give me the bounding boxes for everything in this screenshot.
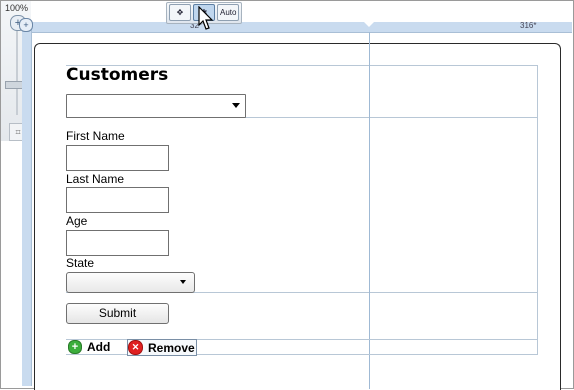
ruler-splitter-caret-icon[interactable] xyxy=(363,21,375,27)
last-name-label: Last Name xyxy=(66,172,125,186)
remove-icon: ✕ xyxy=(128,340,143,355)
state-select[interactable] xyxy=(66,272,195,293)
last-name-field[interactable] xyxy=(66,187,169,213)
remove-button[interactable]: ✕ Remove xyxy=(127,339,197,356)
add-button[interactable]: + Add xyxy=(68,339,110,354)
submit-button[interactable]: Submit xyxy=(66,303,169,324)
zoom-slider-track[interactable] xyxy=(16,31,18,115)
ruler-column-width-right: 316* xyxy=(520,21,537,30)
customer-selector[interactable] xyxy=(66,94,246,118)
first-name-label: First Name xyxy=(66,129,125,143)
age-field[interactable] xyxy=(66,230,169,256)
zoom-percentage: 100% xyxy=(5,3,29,13)
move-icon[interactable]: ✥ xyxy=(169,4,191,21)
mouse-cursor-icon xyxy=(198,6,214,30)
add-icon: + xyxy=(68,339,82,354)
top-ruler[interactable]: 32* 316* xyxy=(32,21,572,33)
chevron-down-icon xyxy=(232,103,240,108)
remove-label: Remove xyxy=(148,340,195,355)
grid-column-divider xyxy=(537,65,538,355)
first-name-field[interactable] xyxy=(66,145,169,171)
left-ruler[interactable] xyxy=(22,22,32,386)
auto-size-button[interactable]: Auto xyxy=(217,4,240,21)
grid-origin-icon[interactable]: + xyxy=(19,18,33,32)
chevron-down-icon xyxy=(180,280,186,284)
age-label: Age xyxy=(66,214,88,228)
page-title: Customers xyxy=(66,65,169,85)
state-label: State xyxy=(66,256,95,270)
add-label: Add xyxy=(87,339,111,354)
column-guide-line[interactable] xyxy=(369,32,370,389)
